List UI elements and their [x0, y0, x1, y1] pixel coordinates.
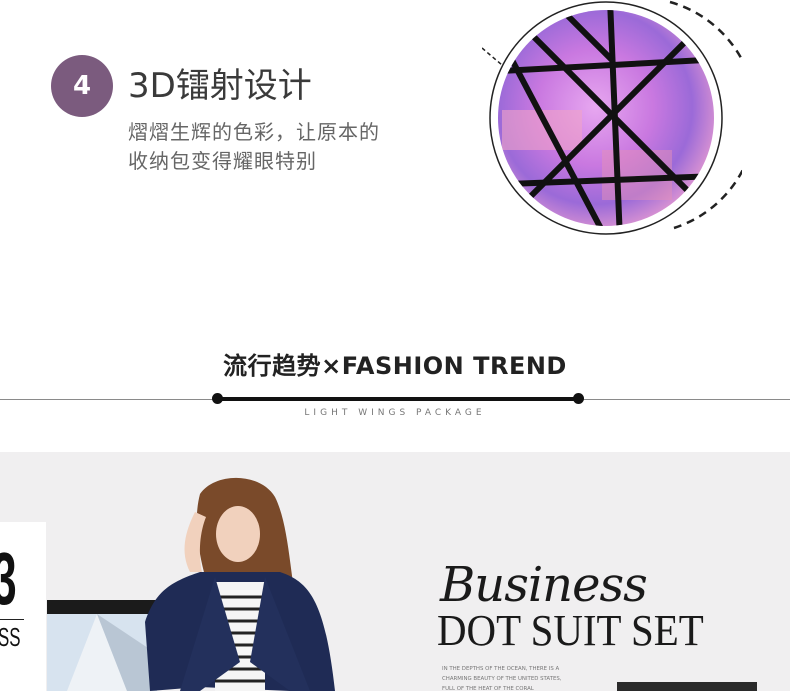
- feature-number: 4: [72, 71, 92, 101]
- feature-number-badge: 4: [51, 55, 113, 117]
- divider-dot-right: [573, 393, 584, 404]
- section-title: 流行趋势×FASHION TREND: [223, 352, 567, 380]
- banner-big-number: 3: [0, 542, 17, 616]
- model-photo: [145, 477, 335, 691]
- banner-side-text: SS: [0, 622, 21, 652]
- headline-serif: DOT SUIT SET: [437, 606, 704, 655]
- fashion-banner: 3 SS Business DOT SUIT SET IN THE DEPTHS…: [0, 452, 790, 691]
- headline-script: Business: [440, 557, 648, 613]
- section-subtitle: LIGHT WINGS PACKAGE: [304, 408, 486, 418]
- thumbnail-image: [617, 682, 757, 691]
- card-rule: [0, 619, 24, 620]
- banner-paragraph: IN THE DEPTHS OF THE OCEAN, THERE IS A C…: [442, 666, 562, 691]
- feature-title: 3D镭射设计: [128, 66, 312, 106]
- feature-description: 熠熠生辉的色彩，让原本的收纳包变得耀眼特别: [128, 120, 380, 173]
- divider-accent-line: [217, 397, 578, 401]
- divider-dot-left: [212, 393, 223, 404]
- laser-pattern-zoom-image: [482, 0, 742, 235]
